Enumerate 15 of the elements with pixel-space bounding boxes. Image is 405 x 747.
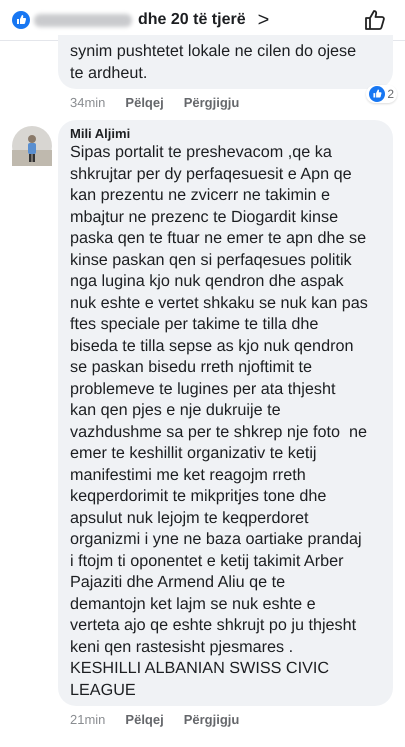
comment-time: 34min xyxy=(70,95,106,110)
reactors-text[interactable]: dhe 20 të tjerë xyxy=(138,11,246,29)
like-reaction-icon xyxy=(12,11,30,29)
avatar[interactable] xyxy=(12,126,52,166)
comment-action-link[interactable]: Pëlqej xyxy=(125,712,164,727)
comment-text: synim pushtetet lokale ne cilen do ojese te ardheut. xyxy=(70,41,358,84)
comment-author[interactable]: Mili Aljimi xyxy=(70,126,381,141)
comment-action-link[interactable]: Përgjigju xyxy=(184,95,240,110)
chevron-icon[interactable]: > xyxy=(258,8,270,32)
like-icon[interactable] xyxy=(363,8,387,32)
comment-action-link[interactable]: Përgjigju xyxy=(184,712,240,727)
comment-text: Sipas portalit te preshevacom ,qe ka shkrujtar per dy perfaqesuesit e Apn qe kan prezentu ne zvicerr ne takimin e mbajtur ne prezenc te Diogardit kinse paska qen te ftuar ne emer te apn dhe se kinse paskan qen si perfaqesues politik nga lugina kjo nuk qendron dhe aspak nuk eshte e vertet shkaku se nuk kan pas ftes speciale per takime te tilla dhe biseda te tilla sepse as kjo nuk qendron se paskan bisedu rreth njoftimit te problemeve te lugines per ata thjesht kan qen pjes e nje dukruije te vazhdushme sa per te shkrep nje foto ne emer te keshillit organizativ te ketij manifestimi me ket reagojm rreth keqperdorimit te mikpritjes tone dhe apsulut nuk lejojm te keqperdoret organizmi i yne ne baza oartiake prandaj i ftojm ti oponentet e ketij takimit Arber Pajaziti dhe Armend Aliu qe te demantojn ket lajm se nuk eshte e verteta ajo qe eshte shkrujt po ju thjesht keni qen rastesisht pjesmares . KESHILLI ALBANIAN SWISS CIVIC LEAGUE xyxy=(70,142,369,700)
comment-action-link[interactable]: Pëlqej xyxy=(125,95,164,110)
comment-time: 21min xyxy=(70,712,106,727)
reaction-count-badge[interactable]: 2 xyxy=(366,85,397,103)
